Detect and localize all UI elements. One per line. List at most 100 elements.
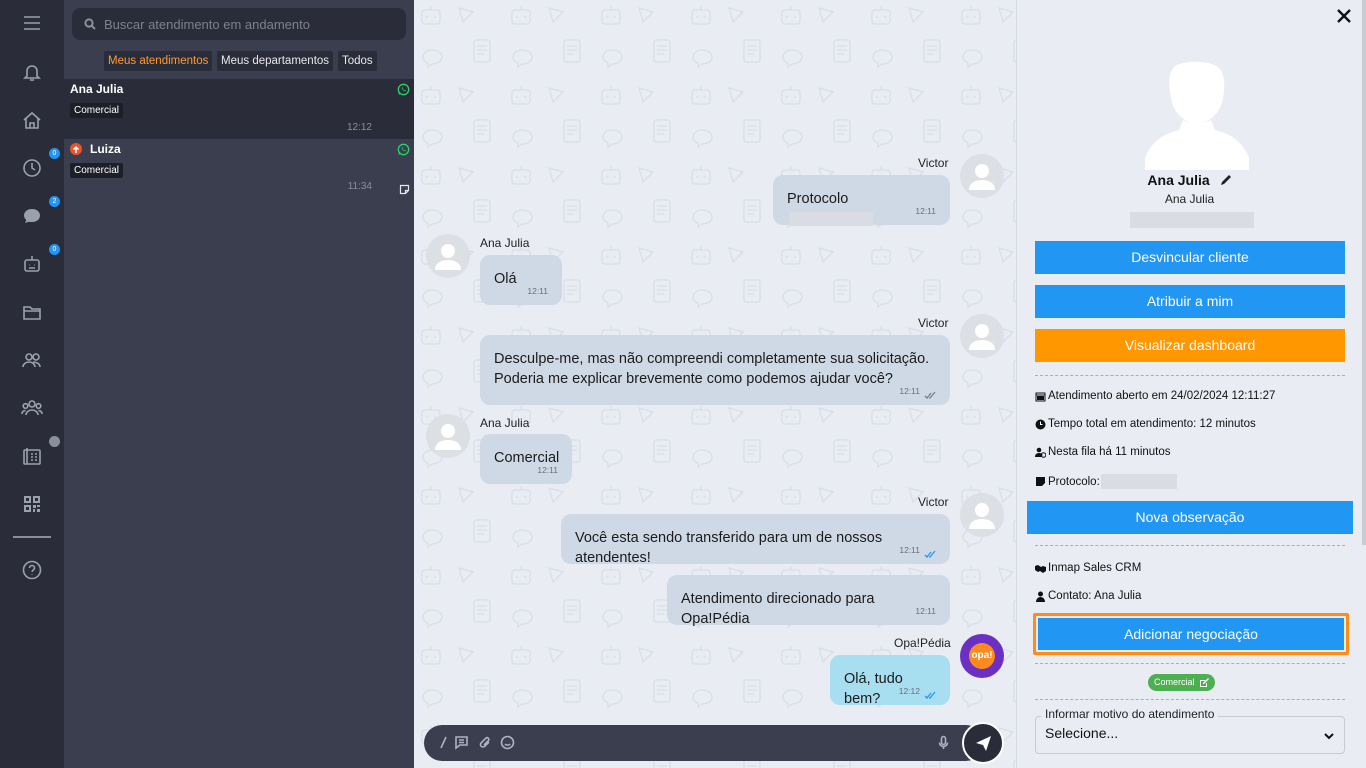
message-time: 12:11	[527, 286, 548, 296]
department-tag: Comercial	[70, 103, 124, 118]
protocol-label: Protocolo:	[1048, 475, 1100, 488]
assign-to-me-button[interactable]: Atribuir a mim	[1035, 285, 1345, 318]
message-time: 12:11	[915, 606, 936, 616]
history-icon[interactable]	[18, 154, 46, 182]
message-time: 12:11	[899, 386, 920, 396]
history-badge: 0	[49, 148, 60, 159]
contact-subtitle: Ana Julia	[1164, 192, 1215, 206]
read-check-icon	[924, 691, 936, 699]
contact-avatar	[1145, 61, 1249, 170]
note-icon[interactable]	[399, 182, 410, 195]
customer-avatar	[426, 234, 470, 278]
quick-reply-icon[interactable]	[454, 735, 469, 750]
bot-avatar-logo: opa!	[969, 643, 995, 669]
redacted-contact-info	[1130, 212, 1254, 228]
divider	[1035, 699, 1345, 700]
read-check-icon	[924, 550, 936, 558]
conversation-list: Meus atendimentos Meus departamentos Tod…	[64, 0, 414, 768]
whatsapp-icon	[397, 83, 410, 96]
conversation-time: 11:34	[347, 181, 372, 192]
message-sender: Opa!Pédia	[894, 636, 951, 650]
team-icon[interactable]	[18, 394, 46, 422]
slash-command-icon[interactable]	[436, 735, 451, 750]
message-text: Atendimento direcionado para Opa!Pédia	[681, 591, 875, 627]
message-input[interactable]	[529, 733, 929, 753]
queue-time-text: Nesta fila há 11 minutos	[1048, 446, 1171, 458]
department-chip[interactable]: Comercial	[1148, 674, 1215, 691]
menu-icon[interactable]	[18, 9, 46, 37]
message-composer	[424, 725, 984, 761]
search-box[interactable]	[72, 8, 406, 40]
message-sender: Ana Julia	[480, 236, 530, 250]
robot-icon[interactable]	[18, 250, 46, 278]
message-text: Você esta sendo transferido para um de n…	[575, 530, 883, 566]
contact-name: Ana Julia	[1017, 172, 1362, 188]
phone-book-icon[interactable]	[18, 442, 46, 470]
message-time: 12:11	[915, 206, 936, 216]
divider	[1035, 663, 1345, 664]
conversation-item[interactable]: Ana Julia Comercial 12:12	[64, 79, 414, 139]
edit-pencil-icon[interactable]	[1220, 174, 1232, 186]
message-text: Olá, tudo bem?	[844, 671, 903, 707]
protocol-info: Protocolo:	[1035, 474, 1177, 489]
handshake-icon	[1035, 564, 1046, 573]
sticky-note-icon	[1036, 477, 1045, 486]
divider	[1035, 545, 1345, 546]
total-time-text: Tempo total em atendimento: 12 minutos	[1048, 418, 1256, 430]
agent-avatar	[960, 154, 1004, 198]
reason-select-value: Selecione...	[1045, 725, 1119, 741]
opened-at-text: Atendimento aberto em 24/02/2024 12:11:2…	[1048, 390, 1276, 402]
whatsapp-icon	[397, 143, 410, 156]
folder-icon[interactable]	[18, 298, 46, 326]
conversation-item[interactable]: Luiza Comercial 11:34	[64, 139, 414, 199]
close-button[interactable]	[1334, 6, 1354, 26]
users-icon[interactable]	[18, 346, 46, 374]
chats-badge: 2	[49, 196, 60, 207]
message-bubble: Olá 12:11	[480, 255, 562, 305]
redacted-protocol	[1100, 474, 1177, 489]
department-tag: Comercial	[70, 163, 124, 178]
qr-code-icon[interactable]	[18, 490, 46, 518]
message-sender: Victor	[918, 316, 949, 330]
attachment-icon[interactable]	[478, 735, 493, 750]
agent-avatar	[960, 314, 1004, 358]
contact-name-text: Ana Julia	[1147, 172, 1210, 188]
scrollbar[interactable]	[1362, 0, 1366, 545]
contact-info: Contato: Ana Julia	[1035, 590, 1141, 602]
search-input[interactable]	[104, 16, 394, 32]
queue-time-info: Nesta fila há 11 minutos	[1035, 446, 1171, 458]
bell-icon[interactable]	[18, 58, 46, 86]
message-bubble: Você esta sendo transferido para um de n…	[561, 514, 950, 566]
bot-avatar: opa!	[960, 634, 1004, 678]
chat-icon[interactable]	[18, 202, 46, 230]
filter-tabs: Meus atendimentos Meus departamentos Tod…	[64, 51, 414, 71]
tab-all[interactable]: Todos	[338, 51, 377, 71]
view-dashboard-button[interactable]: Visualizar dashboard	[1035, 329, 1345, 362]
chat-panel: Victor Protocolo 12:11 Ana Julia Olá 12:…	[414, 0, 1016, 768]
message-sender: Ana Julia	[480, 416, 530, 430]
rail-divider	[13, 536, 51, 538]
add-deal-button[interactable]: Adicionar negociação	[1038, 618, 1344, 650]
tab-my-departments[interactable]: Meus departamentos	[217, 51, 334, 71]
home-icon[interactable]	[18, 106, 46, 134]
message-bubble: Comercial 12:11	[480, 434, 572, 484]
message-time: 12:12	[898, 686, 920, 696]
bots-badge: 0	[49, 244, 60, 255]
message-bubble: Atendimento direcionado para Opa!Pédia 1…	[667, 575, 950, 627]
microphone-icon[interactable]	[936, 735, 951, 750]
user-icon	[1036, 591, 1045, 602]
send-button[interactable]	[962, 722, 1004, 764]
message-sender: Victor	[918, 156, 949, 170]
help-icon[interactable]	[18, 556, 46, 584]
conversation-time: 12:12	[346, 122, 372, 133]
opened-at-info: Atendimento aberto em 24/02/2024 12:11:2…	[1035, 390, 1275, 402]
tab-my-chats[interactable]: Meus atendimentos	[104, 51, 213, 71]
department-chip-label: Comercial	[1154, 677, 1195, 687]
edit-square-icon	[1199, 677, 1209, 687]
total-time-info: Tempo total em atendimento: 12 minutos	[1035, 418, 1256, 430]
unlink-client-button[interactable]: Desvincular cliente	[1035, 241, 1345, 274]
new-note-button[interactable]: Nova observação	[1027, 501, 1353, 534]
contact-line: Contato: Ana Julia	[1048, 590, 1142, 602]
message-bubble: Desculpe-me, mas não compreendi completa…	[480, 335, 950, 405]
emoji-icon[interactable]	[500, 735, 515, 750]
